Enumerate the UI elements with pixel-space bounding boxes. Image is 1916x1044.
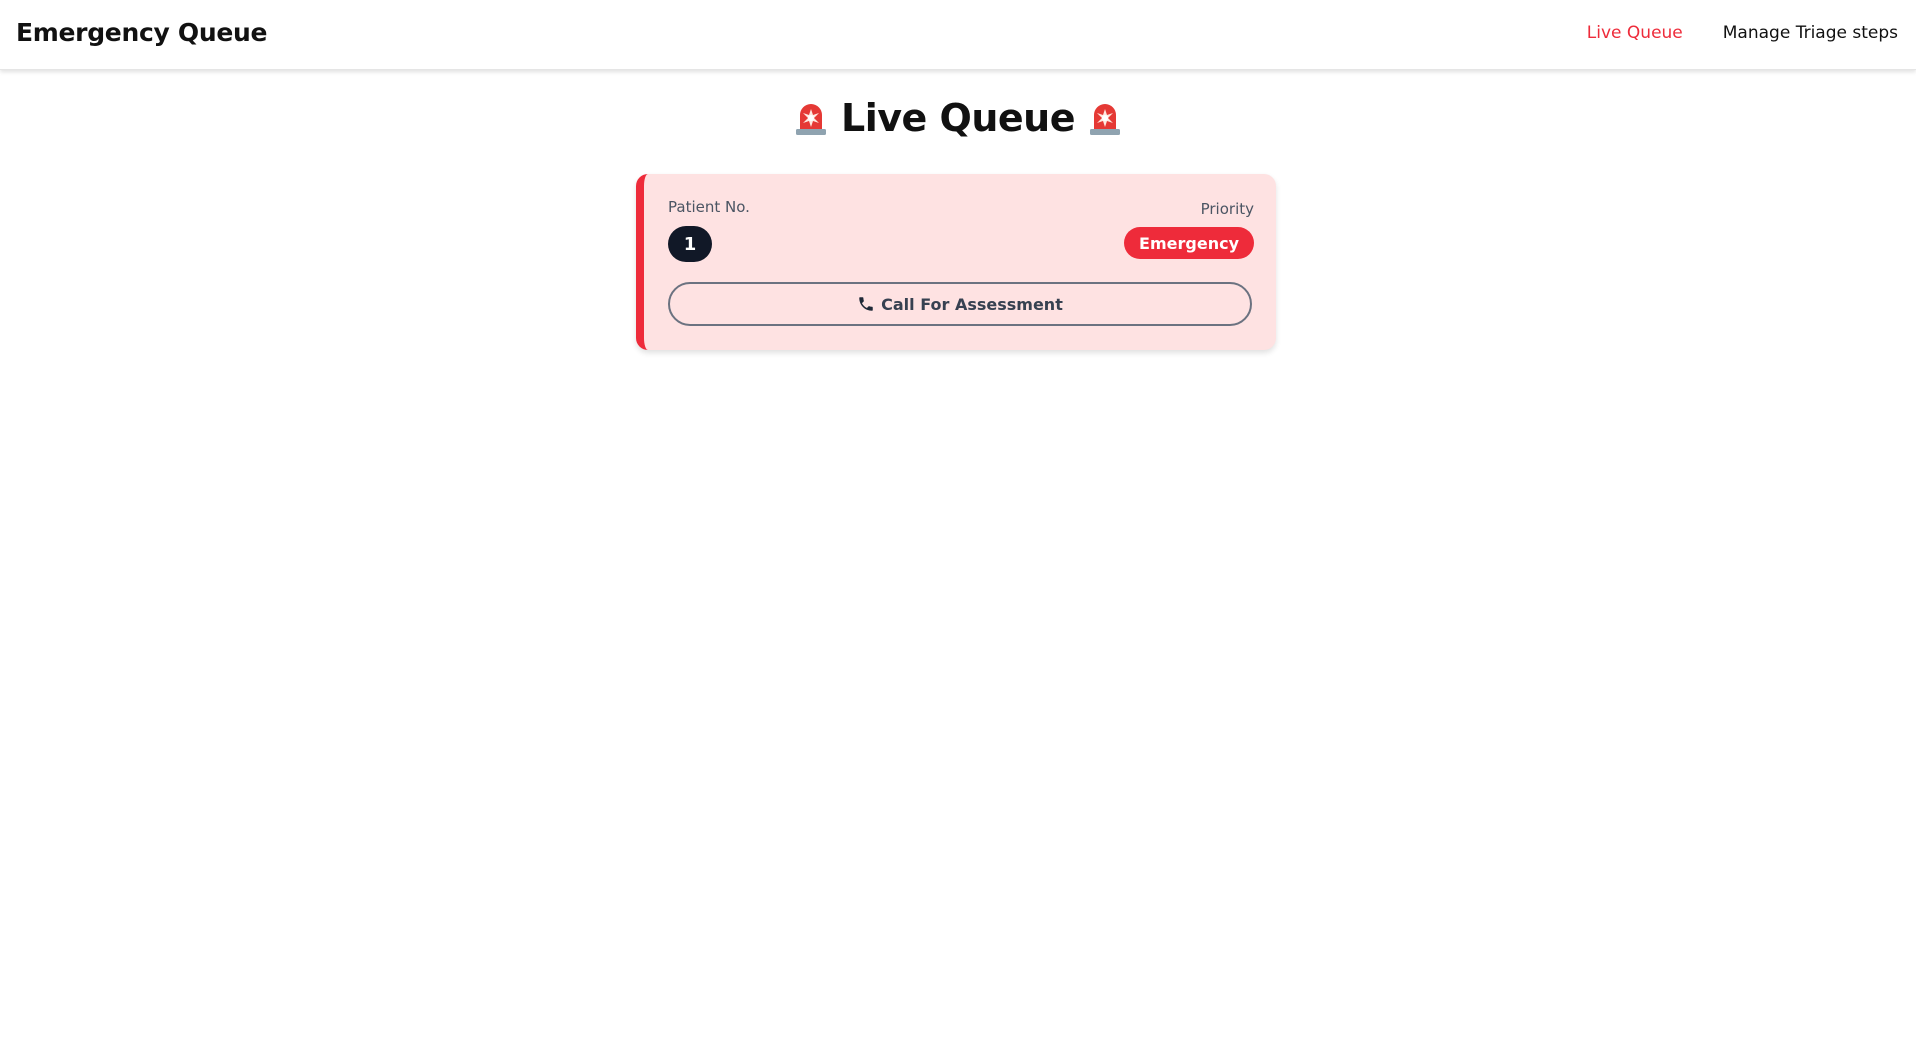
priority-badge: Emergency (1124, 227, 1254, 259)
siren-icon (796, 103, 827, 135)
nav-live-queue[interactable]: Live Queue (1587, 23, 1683, 43)
priority-label: Priority (1200, 200, 1254, 218)
patient-number-label: Patient No. (668, 198, 750, 216)
patient-card: Patient No. 1 Priority Emergency Call Fo… (636, 174, 1276, 350)
page-title: Live Queue (0, 96, 1916, 141)
phone-icon (859, 297, 873, 311)
call-for-assessment-button[interactable]: Call For Assessment (668, 282, 1252, 326)
main-nav: Live Queue Manage Triage steps (1587, 23, 1898, 43)
nav-manage-triage-steps[interactable]: Manage Triage steps (1723, 23, 1898, 43)
siren-icon (1089, 103, 1120, 135)
top-navbar: Emergency Queue Live Queue Manage Triage… (0, 0, 1916, 70)
page-title-text: Live Queue (841, 96, 1075, 140)
patient-number-badge: 1 (668, 226, 712, 262)
call-button-label: Call For Assessment (881, 294, 1063, 314)
app-brand[interactable]: Emergency Queue (16, 18, 267, 47)
